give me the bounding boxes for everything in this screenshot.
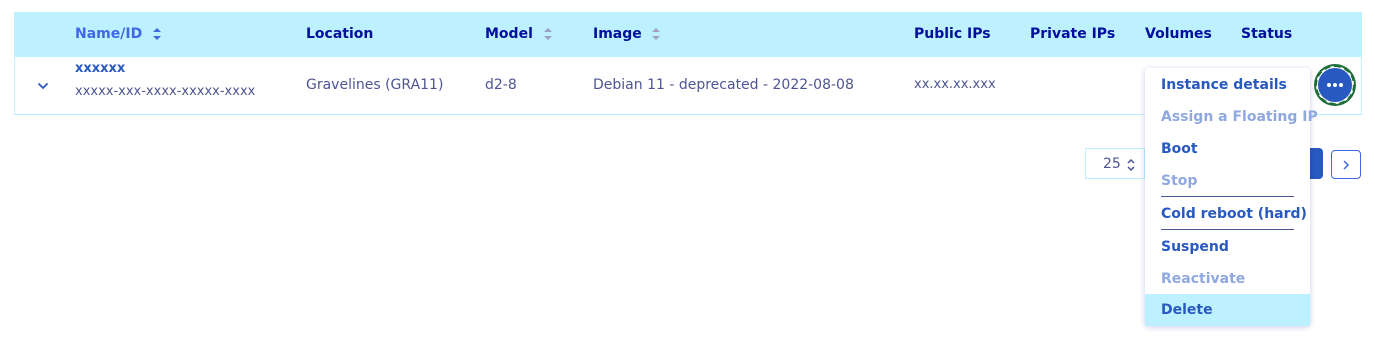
menu-item-instance-details[interactable]: Instance details — [1145, 69, 1310, 101]
sort-icon[interactable] — [543, 26, 553, 42]
column-header-image[interactable]: Image — [593, 26, 642, 42]
menu-item-reactivate: Reactivate — [1161, 271, 1246, 287]
next-page-button[interactable] — [1331, 150, 1361, 179]
menu-divider — [1161, 229, 1294, 230]
column-header-volumes: Volumes — [1145, 26, 1212, 42]
instance-model: d2-8 — [485, 77, 517, 93]
sort-icon[interactable] — [152, 26, 162, 42]
instance-id: xxxxx-xxx-xxxx-xxxxx-xxxx — [75, 84, 256, 99]
menu-item-boot[interactable]: Boot — [1145, 133, 1310, 165]
table-header: Name/ID Location Model Image Public IPs … — [15, 13, 1361, 57]
sort-icon[interactable] — [651, 26, 661, 42]
column-header-name-id[interactable]: Name/ID — [75, 26, 142, 42]
menu-item-stop: Stop — [1161, 173, 1198, 189]
instance-name-link[interactable]: xxxxxx — [75, 61, 125, 76]
column-header-status: Status — [1241, 26, 1293, 42]
actions-dropdown-menu: Instance details Assign a Floating IP Bo… — [1145, 68, 1318, 326]
ellipsis-icon — [1333, 83, 1337, 87]
menu-divider — [1161, 196, 1294, 197]
page-size-select[interactable]: 25 — [1085, 148, 1145, 179]
chevron-updown-icon — [1127, 158, 1135, 172]
menu-item-assign-floating-ip: Assign a Floating IP — [1161, 109, 1318, 125]
menu-item-suspend[interactable]: Suspend — [1145, 231, 1310, 263]
column-header-public-ips: Public IPs — [914, 26, 991, 42]
column-header-location: Location — [306, 26, 374, 42]
menu-item-cold-reboot[interactable]: Cold reboot (hard) — [1145, 198, 1310, 230]
menu-item-delete[interactable]: Delete — [1145, 294, 1310, 326]
ellipsis-icon — [1327, 83, 1331, 87]
more-actions-button[interactable] — [1315, 65, 1355, 105]
column-header-model[interactable]: Model — [485, 26, 533, 42]
instance-location: Gravelines (GRA11) — [306, 77, 444, 93]
ellipsis-icon — [1339, 83, 1343, 87]
column-header-private-ips: Private IPs — [1030, 26, 1116, 42]
instance-public-ip: xx.xx.xx.xxx — [914, 77, 996, 92]
chevron-right-icon — [1343, 160, 1350, 170]
instance-image: Debian 11 - deprecated - 2022-08-08 — [593, 77, 854, 93]
chevron-down-icon[interactable] — [37, 80, 49, 92]
page-size-value: 25 — [1103, 156, 1121, 172]
